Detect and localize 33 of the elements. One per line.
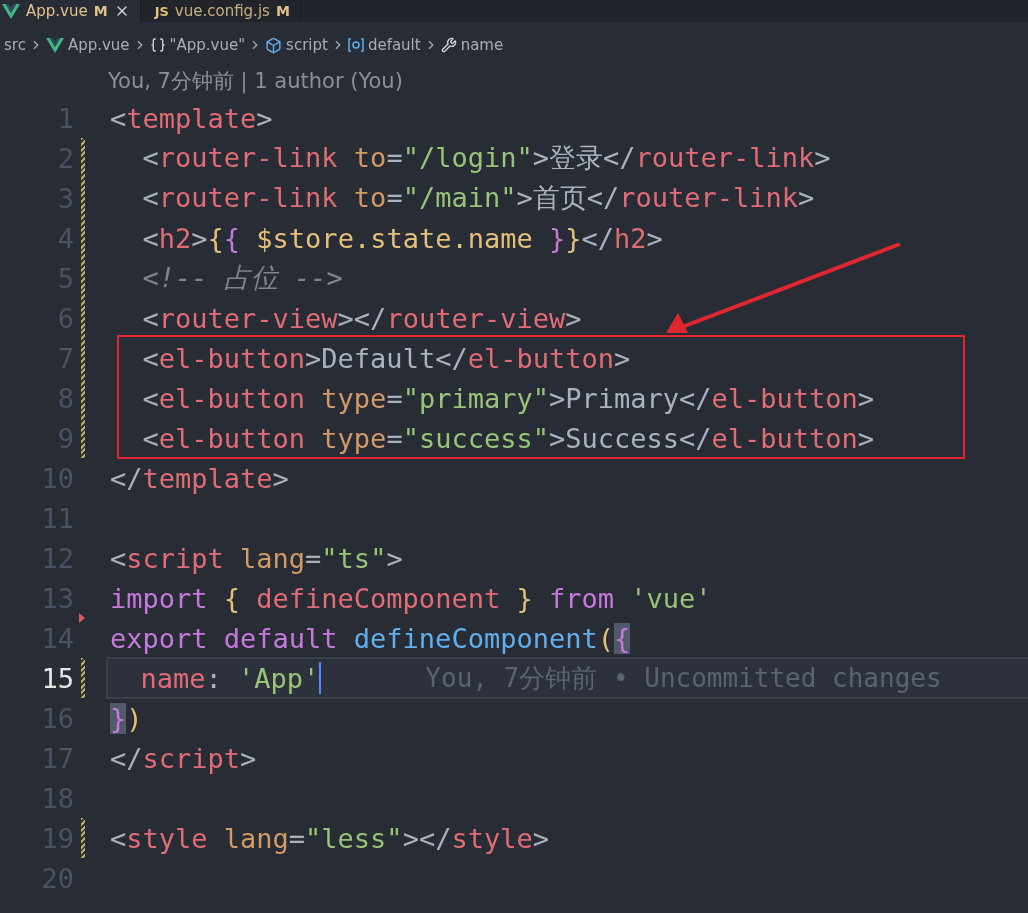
cube-icon <box>265 36 283 54</box>
vue-logo-icon <box>2 3 20 19</box>
breadcrumb-item[interactable]: name <box>440 36 504 54</box>
code-line: <h2>{{ $store.state.name }}</h2> <box>141 222 663 254</box>
breadcrumb-item[interactable]: App.vue <box>45 36 130 54</box>
code-line: <router-link to="/main">首页</router-link> <box>141 181 815 215</box>
code-line: <script lang="ts"> <box>110 542 403 574</box>
code-line: <el-button type="primary">Primary</el-button> <box>141 382 875 414</box>
code-line: <el-button>Default</el-button> <box>141 342 631 374</box>
breadcrumb-item[interactable]: src <box>4 36 26 54</box>
line-number: 15 <box>40 662 74 694</box>
code-line: <el-button type="success">Success</el-button> <box>141 422 875 454</box>
code-line: <!-- 占位 --> <box>141 261 343 295</box>
vue-logo-icon <box>45 37 64 53</box>
code-line: export default defineComponent({ <box>110 622 631 654</box>
code-line: </script> <box>110 742 257 774</box>
code-line: name: 'App' <box>139 662 320 694</box>
braces-icon <box>149 37 166 53</box>
code-line: <router-link to="/login">登录</router-link> <box>141 141 831 175</box>
code-line: import { defineComponent } from 'vue' <box>110 582 712 614</box>
editor-tab[interactable]: App.vue M <box>0 0 141 22</box>
breadcrumb-item[interactable]: default <box>347 36 421 54</box>
wrench-icon <box>440 37 457 53</box>
code-line: </template> <box>110 462 289 494</box>
code-line: <router-view></router-view> <box>141 302 582 334</box>
breadcrumb-item[interactable]: script <box>265 36 328 54</box>
variable-icon <box>347 38 364 52</box>
js-file-icon: JS <box>154 3 169 19</box>
text-cursor <box>319 662 322 694</box>
breadcrumb-item[interactable]: "App.vue" <box>149 36 246 54</box>
code-line: <template> <box>110 102 273 134</box>
code-line: <style lang="less"></style> <box>110 822 549 854</box>
blame-header: You, 7分钟前 | 1 author (You) <box>107 68 404 96</box>
